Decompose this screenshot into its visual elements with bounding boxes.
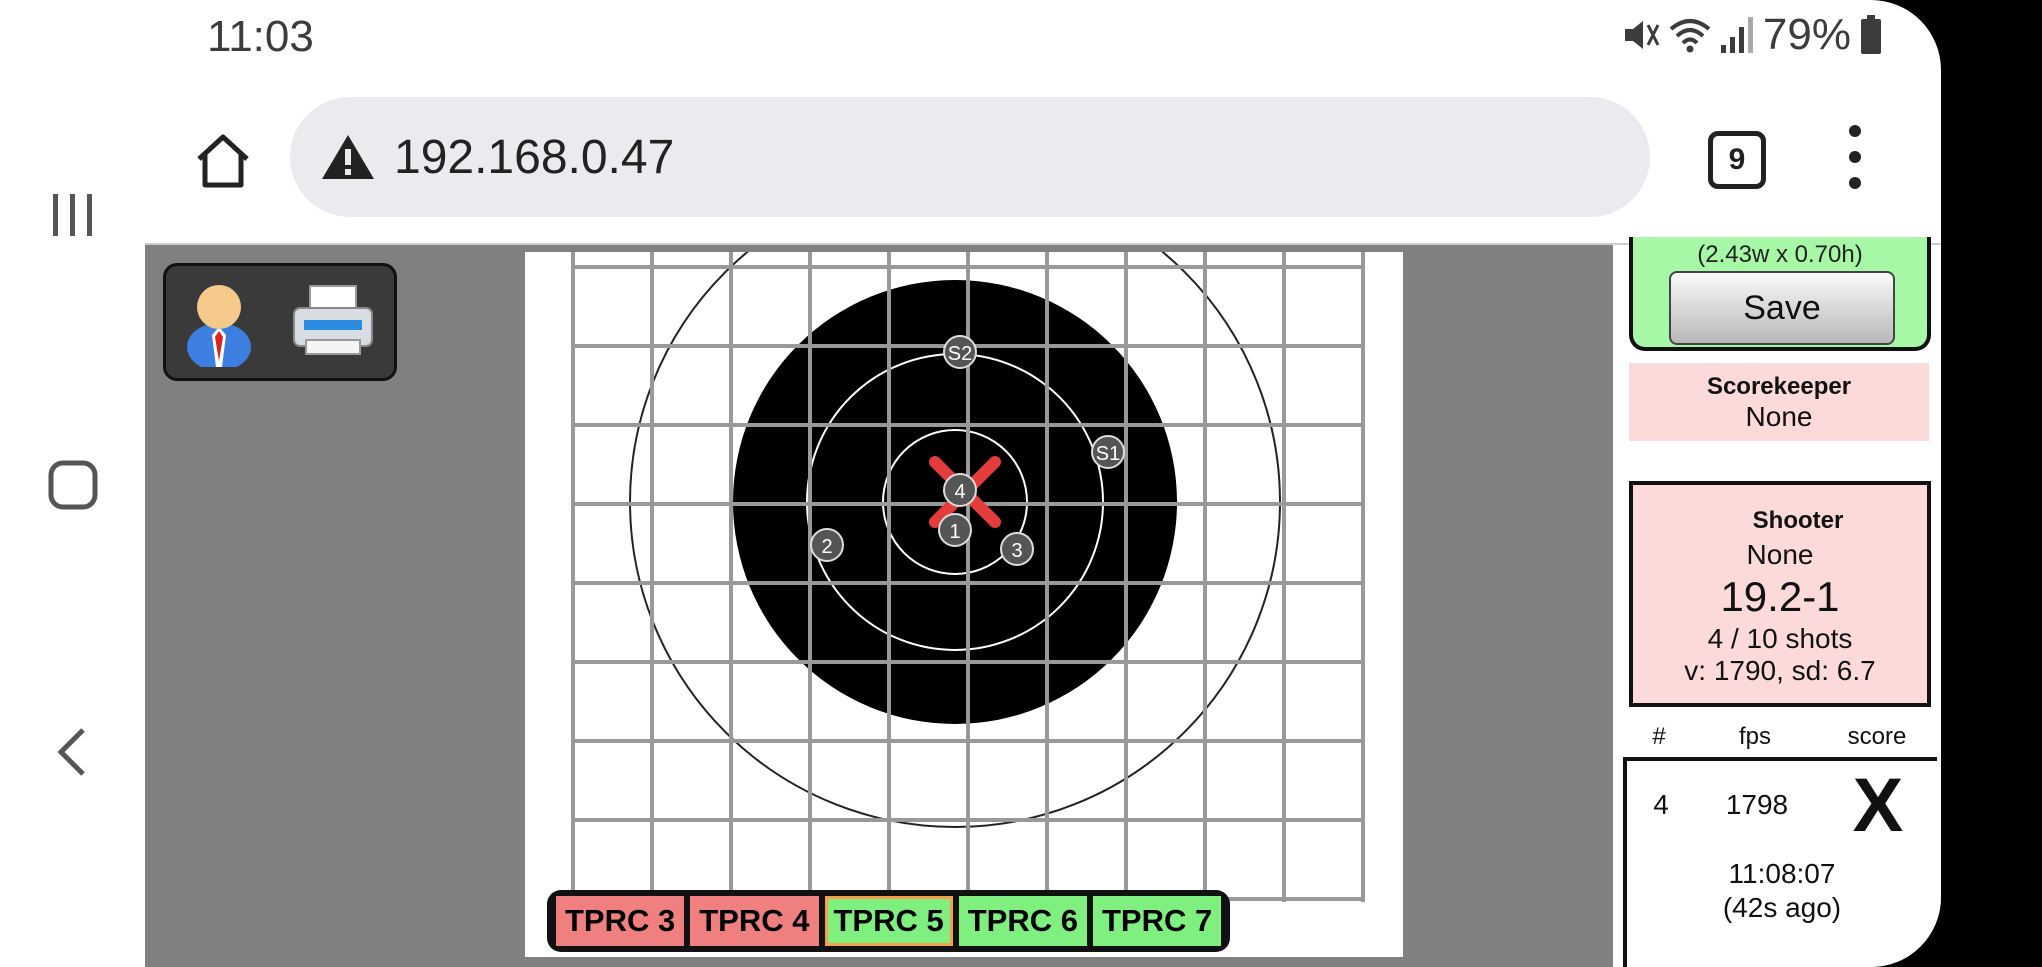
url-text: 192.168.0.47 [394, 130, 675, 184]
shot-number: 4 [1653, 789, 1669, 820]
header-fps: fps [1738, 723, 1771, 750]
wifi-icon [1669, 19, 1711, 53]
tab-tprc-3[interactable]: TPRC 3 [556, 896, 685, 946]
toolbox [163, 263, 397, 381]
user-icon[interactable] [184, 277, 254, 367]
browser-toolbar: 192.168.0.47 9 [145, 75, 1941, 243]
shot-marker[interactable]: S1 [1091, 435, 1125, 469]
warning-icon[interactable] [320, 132, 376, 182]
dimensions-text: (2.43w x 0.70h) [1697, 241, 1863, 268]
page-content: S2 S1 4 1 2 3 TPRC 3 TPRC 4 TPRC 5 TPRC 6 TPRC 7 … [145, 237, 1941, 967]
recent-apps-icon [52, 194, 92, 236]
status-bar: 11:03 79% [145, 0, 1941, 75]
scorekeeper-name: None [1745, 401, 1813, 432]
target-sheet: S2 S1 4 1 2 3 [525, 252, 1403, 957]
status-time: 11:03 [207, 12, 314, 61]
total-score: 19.2-1 [1720, 573, 1840, 620]
tab-tprc-4[interactable]: TPRC 4 [690, 896, 819, 946]
shot-table-header: # fps score [1625, 723, 1937, 757]
shot-label: 1 [949, 521, 960, 543]
home-icon [197, 134, 249, 188]
shot-label: S2 [948, 343, 972, 365]
recent-apps-button[interactable] [0, 185, 145, 245]
overflow-menu-button[interactable] [1835, 125, 1875, 189]
shot-score: X [1852, 762, 1904, 848]
home-square-icon [48, 460, 97, 510]
header-score: score [1847, 723, 1907, 750]
back-button[interactable] [0, 722, 145, 782]
back-chevron-icon [56, 728, 85, 776]
save-button[interactable]: Save [1669, 271, 1895, 345]
shot-marker[interactable]: 1 [938, 513, 972, 547]
tab-tprc-5[interactable]: TPRC 5 [824, 896, 953, 946]
shot-label: 4 [954, 481, 965, 503]
status-icons: 79% [1621, 10, 1883, 60]
shot-time: 11:08:07 (42s ago) [1627, 857, 1937, 925]
score-panel: (2.43w x 0.70h) Save Scorekeeper None Sh… [1613, 237, 1941, 967]
home-nav-button[interactable] [0, 455, 145, 515]
shooter-title: Shooter [1752, 507, 1844, 534]
battery-icon [1861, 15, 1881, 54]
shot-marker[interactable]: 3 [1000, 532, 1034, 566]
shot-timestamp: 11:08:07 [1728, 858, 1836, 889]
velocity-stats: v: 1790, sd: 6.7 [1684, 655, 1876, 686]
android-nav-bar [0, 0, 145, 967]
phone-screen: 11:03 79% 192.168.0.47 9 S2 S1 4 1 2 3 T… [145, 0, 1941, 967]
shot-marker[interactable]: 4 [943, 473, 977, 507]
shot-label: 3 [1011, 540, 1022, 562]
battery-percent: 79% [1762, 10, 1851, 59]
scorekeeper-box[interactable]: Scorekeeper None [1629, 363, 1929, 441]
shooter-name: None [1746, 539, 1814, 570]
scorekeeper-title: Scorekeeper [1706, 373, 1852, 400]
shot-label: S1 [1096, 443, 1120, 465]
tab-tprc-7[interactable]: TPRC 7 [1093, 896, 1222, 946]
shot-marker[interactable]: S2 [943, 335, 977, 369]
shot-time-ago: (42s ago) [1722, 892, 1842, 923]
target-image[interactable]: S2 S1 4 1 2 3 [525, 252, 1403, 957]
tab-tprc-6[interactable]: TPRC 6 [958, 896, 1087, 946]
target-tabs: TPRC 3 TPRC 4 TPRC 5 TPRC 6 TPRC 7 [547, 890, 1231, 952]
printer-icon[interactable] [290, 282, 376, 362]
browser-home-button[interactable] [185, 123, 261, 199]
address-bar[interactable]: 192.168.0.47 [290, 97, 1650, 217]
shooter-box[interactable]: Shooter None 19.2-1 4 / 10 shots v: 1790… [1629, 481, 1931, 707]
save-box: (2.43w x 0.70h) Save [1629, 237, 1931, 351]
tab-switcher-button[interactable]: 9 [1708, 131, 1766, 189]
shot-marker[interactable]: 2 [810, 528, 844, 562]
shot-fps: 1798 [1725, 789, 1789, 820]
header-number: # [1652, 723, 1666, 750]
shot-label: 2 [821, 536, 832, 558]
signal-icon [1720, 17, 1753, 53]
shot-row[interactable]: 4 1798 X [1627, 763, 1937, 848]
header-divider [1623, 757, 1937, 761]
mute-icon [1624, 21, 1660, 49]
shot-count: 4 / 10 shots [1707, 623, 1853, 654]
